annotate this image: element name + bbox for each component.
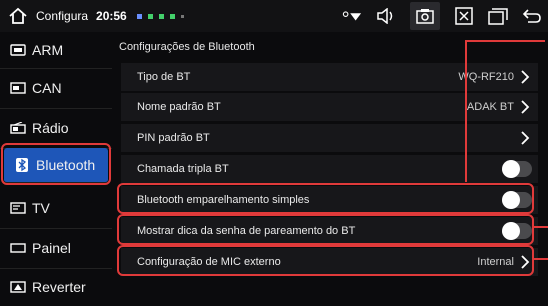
setting-label: Nome padrão BT — [137, 101, 221, 113]
highlight-box — [117, 214, 534, 245]
reverse-icon — [10, 281, 26, 293]
highlight-box — [1, 143, 111, 185]
status-time: 20:56 — [96, 9, 127, 23]
sidebar-item-label: Painel — [32, 240, 71, 256]
sidebar-item-arm[interactable]: ARM — [0, 32, 112, 69]
can-icon — [10, 82, 26, 94]
status-app-title: Configura — [36, 9, 89, 23]
section-title: Configurações de Bluetooth — [119, 41, 255, 53]
chip-icon — [10, 44, 26, 56]
notification-icon — [158, 13, 164, 19]
notification-icons — [136, 13, 184, 19]
highlight-box — [117, 183, 534, 214]
radio-icon — [10, 122, 26, 134]
panel-icon — [10, 242, 26, 254]
status-bar: Configura 20:56 — [0, 0, 548, 32]
highlight-bracket — [465, 40, 545, 182]
sidebar-item-tv[interactable]: TV — [0, 188, 112, 229]
sidebar-item-label: TV — [32, 200, 50, 216]
setting-label: Chamada tripla BT — [137, 163, 229, 175]
screenshot-icon[interactable] — [410, 2, 440, 30]
notification-icon — [147, 13, 153, 19]
notification-icon — [180, 14, 184, 18]
sidebar-item-label: ARM — [32, 42, 64, 58]
sidebar: ARM CAN Rádio Bluetooth TV Painel Revert… — [0, 32, 112, 306]
sidebar-item-label: CAN — [32, 80, 62, 96]
annotation-line — [534, 226, 548, 228]
close-icon[interactable] — [454, 6, 474, 26]
sidebar-item-label: Reverter — [32, 279, 86, 295]
sidebar-item-can[interactable]: CAN — [0, 68, 112, 109]
tv-icon — [10, 202, 26, 214]
sidebar-item-painel[interactable]: Painel — [0, 228, 112, 269]
sidebar-item-label: Rádio — [32, 120, 69, 136]
volume-icon[interactable] — [376, 6, 396, 26]
setting-label: Tipo de BT — [137, 71, 191, 83]
setting-label: PIN padrão BT — [137, 132, 210, 144]
notification-icon — [136, 13, 142, 19]
recent-apps-icon[interactable] — [488, 6, 508, 26]
highlight-box — [117, 245, 534, 276]
home-icon[interactable] — [8, 6, 28, 26]
notification-icon — [169, 13, 175, 19]
sidebar-item-reverter[interactable]: Reverter — [0, 268, 112, 306]
back-icon[interactable] — [522, 6, 542, 26]
location-wifi-icon — [342, 6, 362, 26]
annotation-line — [534, 258, 548, 260]
